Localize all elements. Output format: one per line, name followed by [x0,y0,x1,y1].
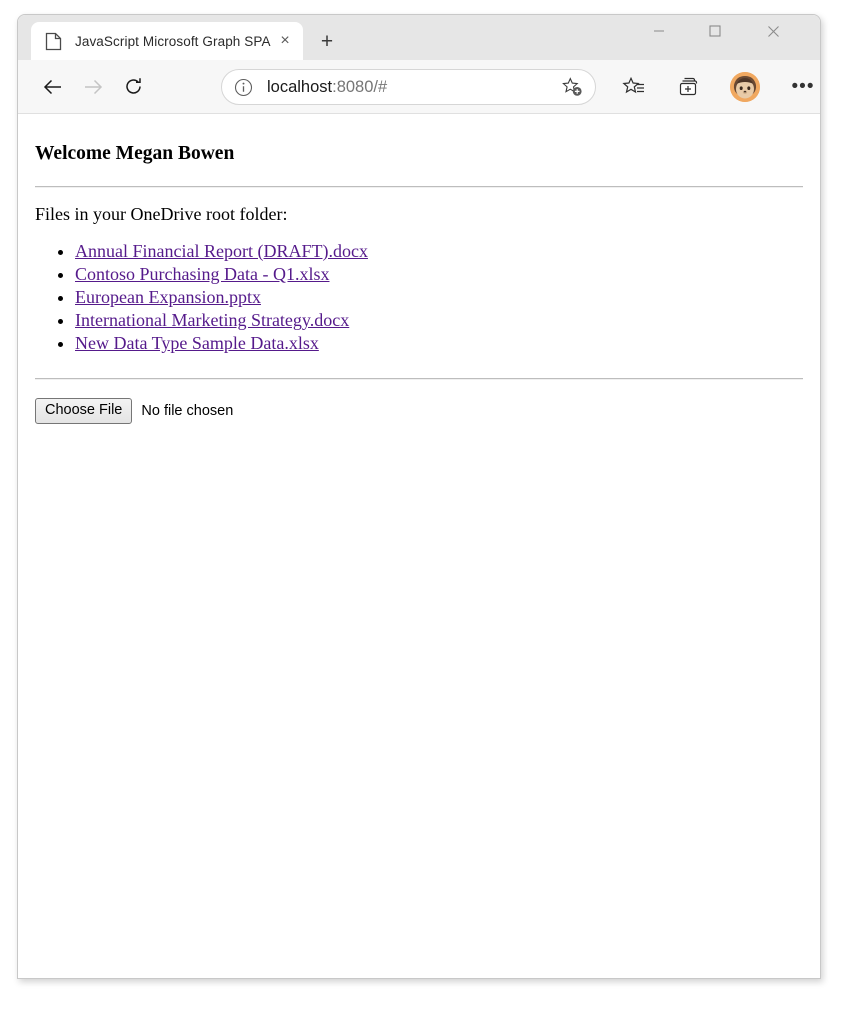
reload-button[interactable] [116,70,150,104]
address-bar[interactable]: localhost:8080/# [221,69,596,105]
tab-strip: JavaScript Microsoft Graph SPA × + [18,15,820,60]
file-link[interactable]: International Marketing Strategy.docx [75,310,349,330]
favorites-button[interactable] [617,70,651,104]
settings-menu-button[interactable]: ••• [786,70,820,104]
page-title: Welcome Megan Bowen [35,143,235,164]
file-link[interactable]: European Expansion.pptx [75,287,261,307]
page-content: Welcome Megan Bowen Files in your OneDri… [18,114,820,978]
file-status-label: No file chosen [141,403,234,419]
list-item: New Data Type Sample Data.xlsx [75,332,812,355]
close-icon [767,25,779,37]
favorites-star-icon [622,76,644,94]
files-label: Files in your OneDrive root folder: [35,204,288,224]
tab-close-icon[interactable]: × [273,29,297,53]
browser-tab[interactable]: JavaScript Microsoft Graph SPA × [31,22,303,60]
browser-toolbar: localhost:8080/# ••• [18,60,820,114]
tab-title: JavaScript Microsoft Graph SPA [75,33,271,49]
file-link[interactable]: New Data Type Sample Data.xlsx [75,333,319,353]
forward-arrow-icon [85,79,103,94]
forward-button [76,70,110,104]
add-favorite-button[interactable] [559,74,585,100]
url-text[interactable]: localhost:8080/# [267,78,559,97]
divider-bottom [35,378,803,380]
info-circle-icon[interactable] [234,78,253,97]
window-close-button[interactable] [750,15,796,47]
star-plus-icon [562,77,582,96]
browser-window: JavaScript Microsoft Graph SPA × + local… [17,14,821,979]
minimize-icon [654,30,664,32]
maximize-button[interactable] [692,15,738,47]
maximize-icon [709,25,721,37]
reload-icon [125,78,141,94]
file-link[interactable]: Contoso Purchasing Data - Q1.xlsx [75,264,329,284]
profile-button[interactable] [728,70,762,104]
choose-file-button[interactable]: Choose File [35,398,133,424]
new-tab-button[interactable]: + [314,28,340,54]
minimize-button[interactable] [636,15,682,47]
file-upload-input[interactable]: Choose File No file chosen [35,398,812,424]
list-item: Contoso Purchasing Data - Q1.xlsx [75,263,812,286]
files-list: Annual Financial Report (DRAFT).docx Con… [26,240,812,355]
list-item: European Expansion.pptx [75,286,812,309]
avatar [730,72,760,102]
file-link[interactable]: Annual Financial Report (DRAFT).docx [75,241,368,261]
back-arrow-icon [43,79,61,94]
url-path: :8080/# [332,77,388,96]
back-button[interactable] [36,70,70,104]
divider-top [35,186,803,188]
collections-icon [679,77,698,96]
page-icon [45,32,62,50]
collections-button[interactable] [672,70,706,104]
list-item: Annual Financial Report (DRAFT).docx [75,240,812,263]
list-item: International Marketing Strategy.docx [75,309,812,332]
url-host: localhost [267,77,333,96]
